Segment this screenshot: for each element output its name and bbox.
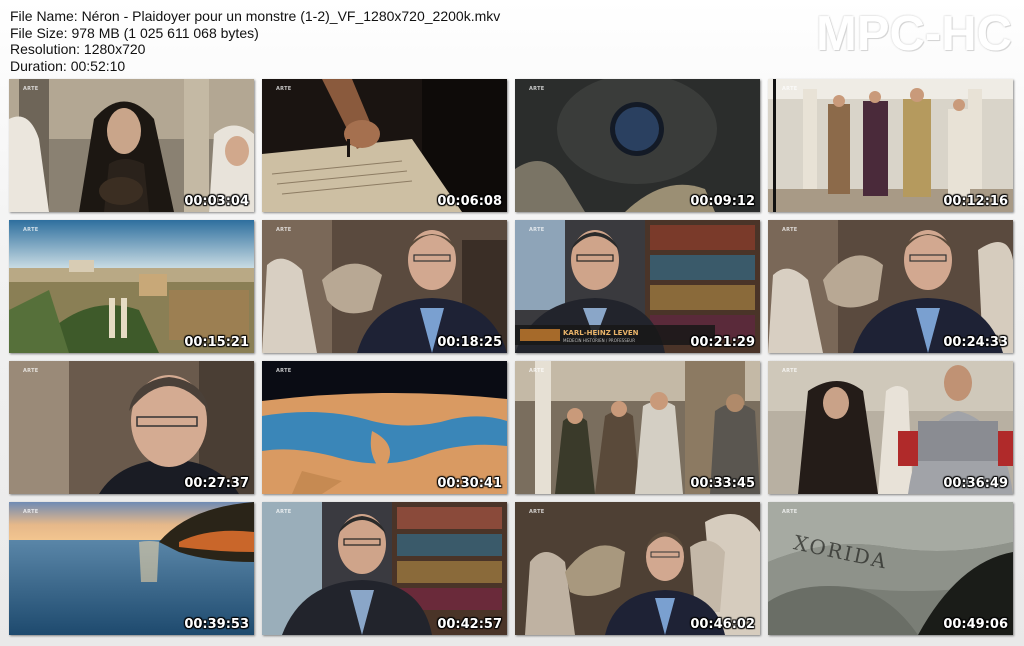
timestamp: 00:15:21 — [184, 335, 249, 350]
thumbnail[interactable]: ARTE 00:30:41 — [262, 361, 507, 494]
channel-badge: ARTE — [23, 227, 39, 233]
timestamp: 00:30:41 — [437, 476, 502, 491]
timestamp: 00:42:57 — [437, 617, 502, 632]
channel-badge: ARTE — [782, 509, 798, 515]
channel-badge: ARTE — [782, 368, 798, 374]
channel-badge: ARTE — [23, 368, 39, 374]
hand-writing-frame — [262, 79, 507, 212]
channel-badge: ARTE — [529, 86, 545, 92]
crowd-scene-frame — [515, 361, 760, 494]
interview-statues-frame — [768, 220, 1013, 353]
thumbnail[interactable]: ARTE 00:39:53 — [9, 502, 254, 635]
thumbnail[interactable]: XORIDA ARTE 00:49:06 — [768, 502, 1013, 635]
closeup-man-frame — [9, 361, 254, 494]
channel-badge: ARTE — [276, 368, 292, 374]
channel-badge: ARTE — [529, 368, 545, 374]
timestamp: 00:24:33 — [943, 335, 1008, 350]
channel-badge: ARTE — [782, 86, 798, 92]
rome-aerial-frame — [9, 220, 254, 353]
timestamp: 00:03:04 — [184, 194, 249, 209]
duration-text: Duration: 00:52:10 — [10, 57, 126, 74]
sea-sunset-frame — [9, 502, 254, 635]
timestamp: 00:33:45 — [690, 476, 755, 491]
file-name-text: File Name: Néron - Plaidoyer pour un mon… — [10, 8, 501, 24]
timestamp: 00:21:29 — [690, 335, 755, 350]
channel-badge: ARTE — [276, 509, 292, 515]
channel-badge: ARTE — [276, 227, 292, 233]
interview-statues-frame — [262, 220, 507, 353]
dome-oculus-frame — [515, 79, 760, 212]
channel-badge: ARTE — [276, 86, 292, 92]
timestamp: 00:46:02 — [690, 617, 755, 632]
timestamp: 00:18:25 — [437, 335, 502, 350]
thumbnail[interactable]: ARTE 00:24:33 — [768, 220, 1013, 353]
resolution-text: Resolution: 1280x720 — [10, 41, 146, 57]
stone-inscription-frame — [768, 502, 1013, 635]
channel-badge: ARTE — [529, 227, 545, 233]
thumbnail[interactable]: ARTE 00:09:12 — [515, 79, 760, 212]
thumbnail[interactable]: ARTE 00:06:08 — [262, 79, 507, 212]
soldier-scene-frame — [768, 361, 1013, 494]
channel-badge: ARTE — [23, 86, 39, 92]
thumbnail[interactable]: ARTE 00:15:21 — [9, 220, 254, 353]
thumbnail[interactable]: ARTE 00:46:02 — [515, 502, 760, 635]
lower-third-caption: MÉDECIN HISTORIEN / PROFESSEUR — [563, 338, 635, 343]
thumbnail[interactable]: ARTE 00:27:37 — [9, 361, 254, 494]
thumbnail[interactable]: KARL-HEINZ LEVEN MÉDECIN HISTORIEN / PRO… — [515, 220, 760, 353]
interview-wide-frame — [515, 502, 760, 635]
thumbnail[interactable]: ARTE 00:03:04 — [9, 79, 254, 212]
timestamp: 00:12:16 — [943, 194, 1008, 209]
channel-badge: ARTE — [782, 227, 798, 233]
mpc-hc-logo: MPC-HC — [816, 7, 1012, 61]
timestamp: 00:39:53 — [184, 617, 249, 632]
thumbnail[interactable]: ARTE 00:18:25 — [262, 220, 507, 353]
thumbnail[interactable]: ARTE 00:36:49 — [768, 361, 1013, 494]
thumbnail[interactable]: ARTE 00:42:57 — [262, 502, 507, 635]
map-relief-frame — [262, 361, 507, 494]
timestamp: 00:49:06 — [943, 617, 1008, 632]
veiled-woman-frame — [9, 79, 254, 212]
timestamp: 00:09:12 — [690, 194, 755, 209]
channel-badge: ARTE — [23, 509, 39, 515]
channel-badge: ARTE — [529, 509, 545, 515]
thumbnail[interactable]: ARTE 00:33:45 — [515, 361, 760, 494]
lower-third-name: KARL-HEINZ LEVEN — [563, 329, 639, 337]
court-scene-frame — [768, 79, 1013, 212]
timestamp: 00:36:49 — [943, 476, 1008, 491]
timestamp: 00:27:37 — [184, 476, 249, 491]
file-info: File Name: Néron - Plaidoyer pour un mon… — [10, 8, 500, 74]
file-size-text: File Size: 978 MB (1 025 611 068 bytes) — [10, 24, 259, 41]
thumbnail-grid: ARTE 00:03:04 ARTE 00:06:08 ARTE 00:09:1… — [9, 79, 1015, 637]
timestamp: 00:06:08 — [437, 194, 502, 209]
thumbnail[interactable]: ARTE 00:12:16 — [768, 79, 1013, 212]
man-bookshelf-frame — [262, 502, 507, 635]
